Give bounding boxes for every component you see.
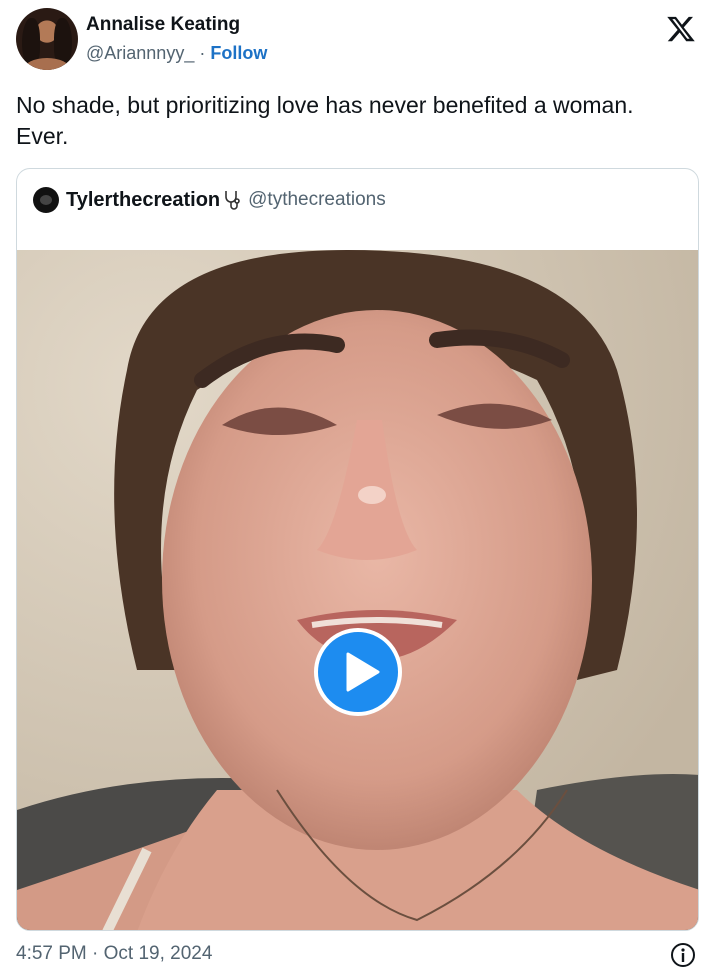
- quoted-author-handle[interactable]: @tythecreations: [248, 189, 386, 211]
- info-icon[interactable]: [670, 942, 696, 968]
- video-player[interactable]: [17, 250, 698, 930]
- quoted-tweet-card[interactable]: Tylerthecreation @tythecreations: [16, 168, 699, 931]
- play-icon: [346, 652, 380, 692]
- stethoscope-icon: [225, 191, 240, 210]
- handle-row: @Ariannnyy_ · Follow: [86, 43, 267, 64]
- tweet-timestamp[interactable]: 4:57 PM · Oct 19, 2024: [16, 943, 212, 965]
- author-avatar[interactable]: [16, 8, 78, 70]
- quoted-tweet-header: Tylerthecreation @tythecreations: [33, 185, 386, 215]
- quoted-author-name[interactable]: Tylerthecreation: [66, 189, 220, 212]
- author-handle[interactable]: @Ariannnyy_: [86, 43, 194, 63]
- tweet-header: Annalise Keating @Ariannnyy_ · Follow: [16, 8, 700, 72]
- quoted-author-avatar[interactable]: [33, 187, 59, 213]
- video-thumbnail: [17, 250, 698, 930]
- author-name[interactable]: Annalise Keating: [86, 14, 240, 36]
- separator-dot: ·: [199, 43, 206, 63]
- play-button[interactable]: [314, 628, 402, 716]
- x-logo-icon[interactable]: [666, 14, 696, 44]
- tweet-text: No shade, but prioritizing love has neve…: [16, 92, 634, 149]
- follow-button[interactable]: Follow: [210, 43, 267, 63]
